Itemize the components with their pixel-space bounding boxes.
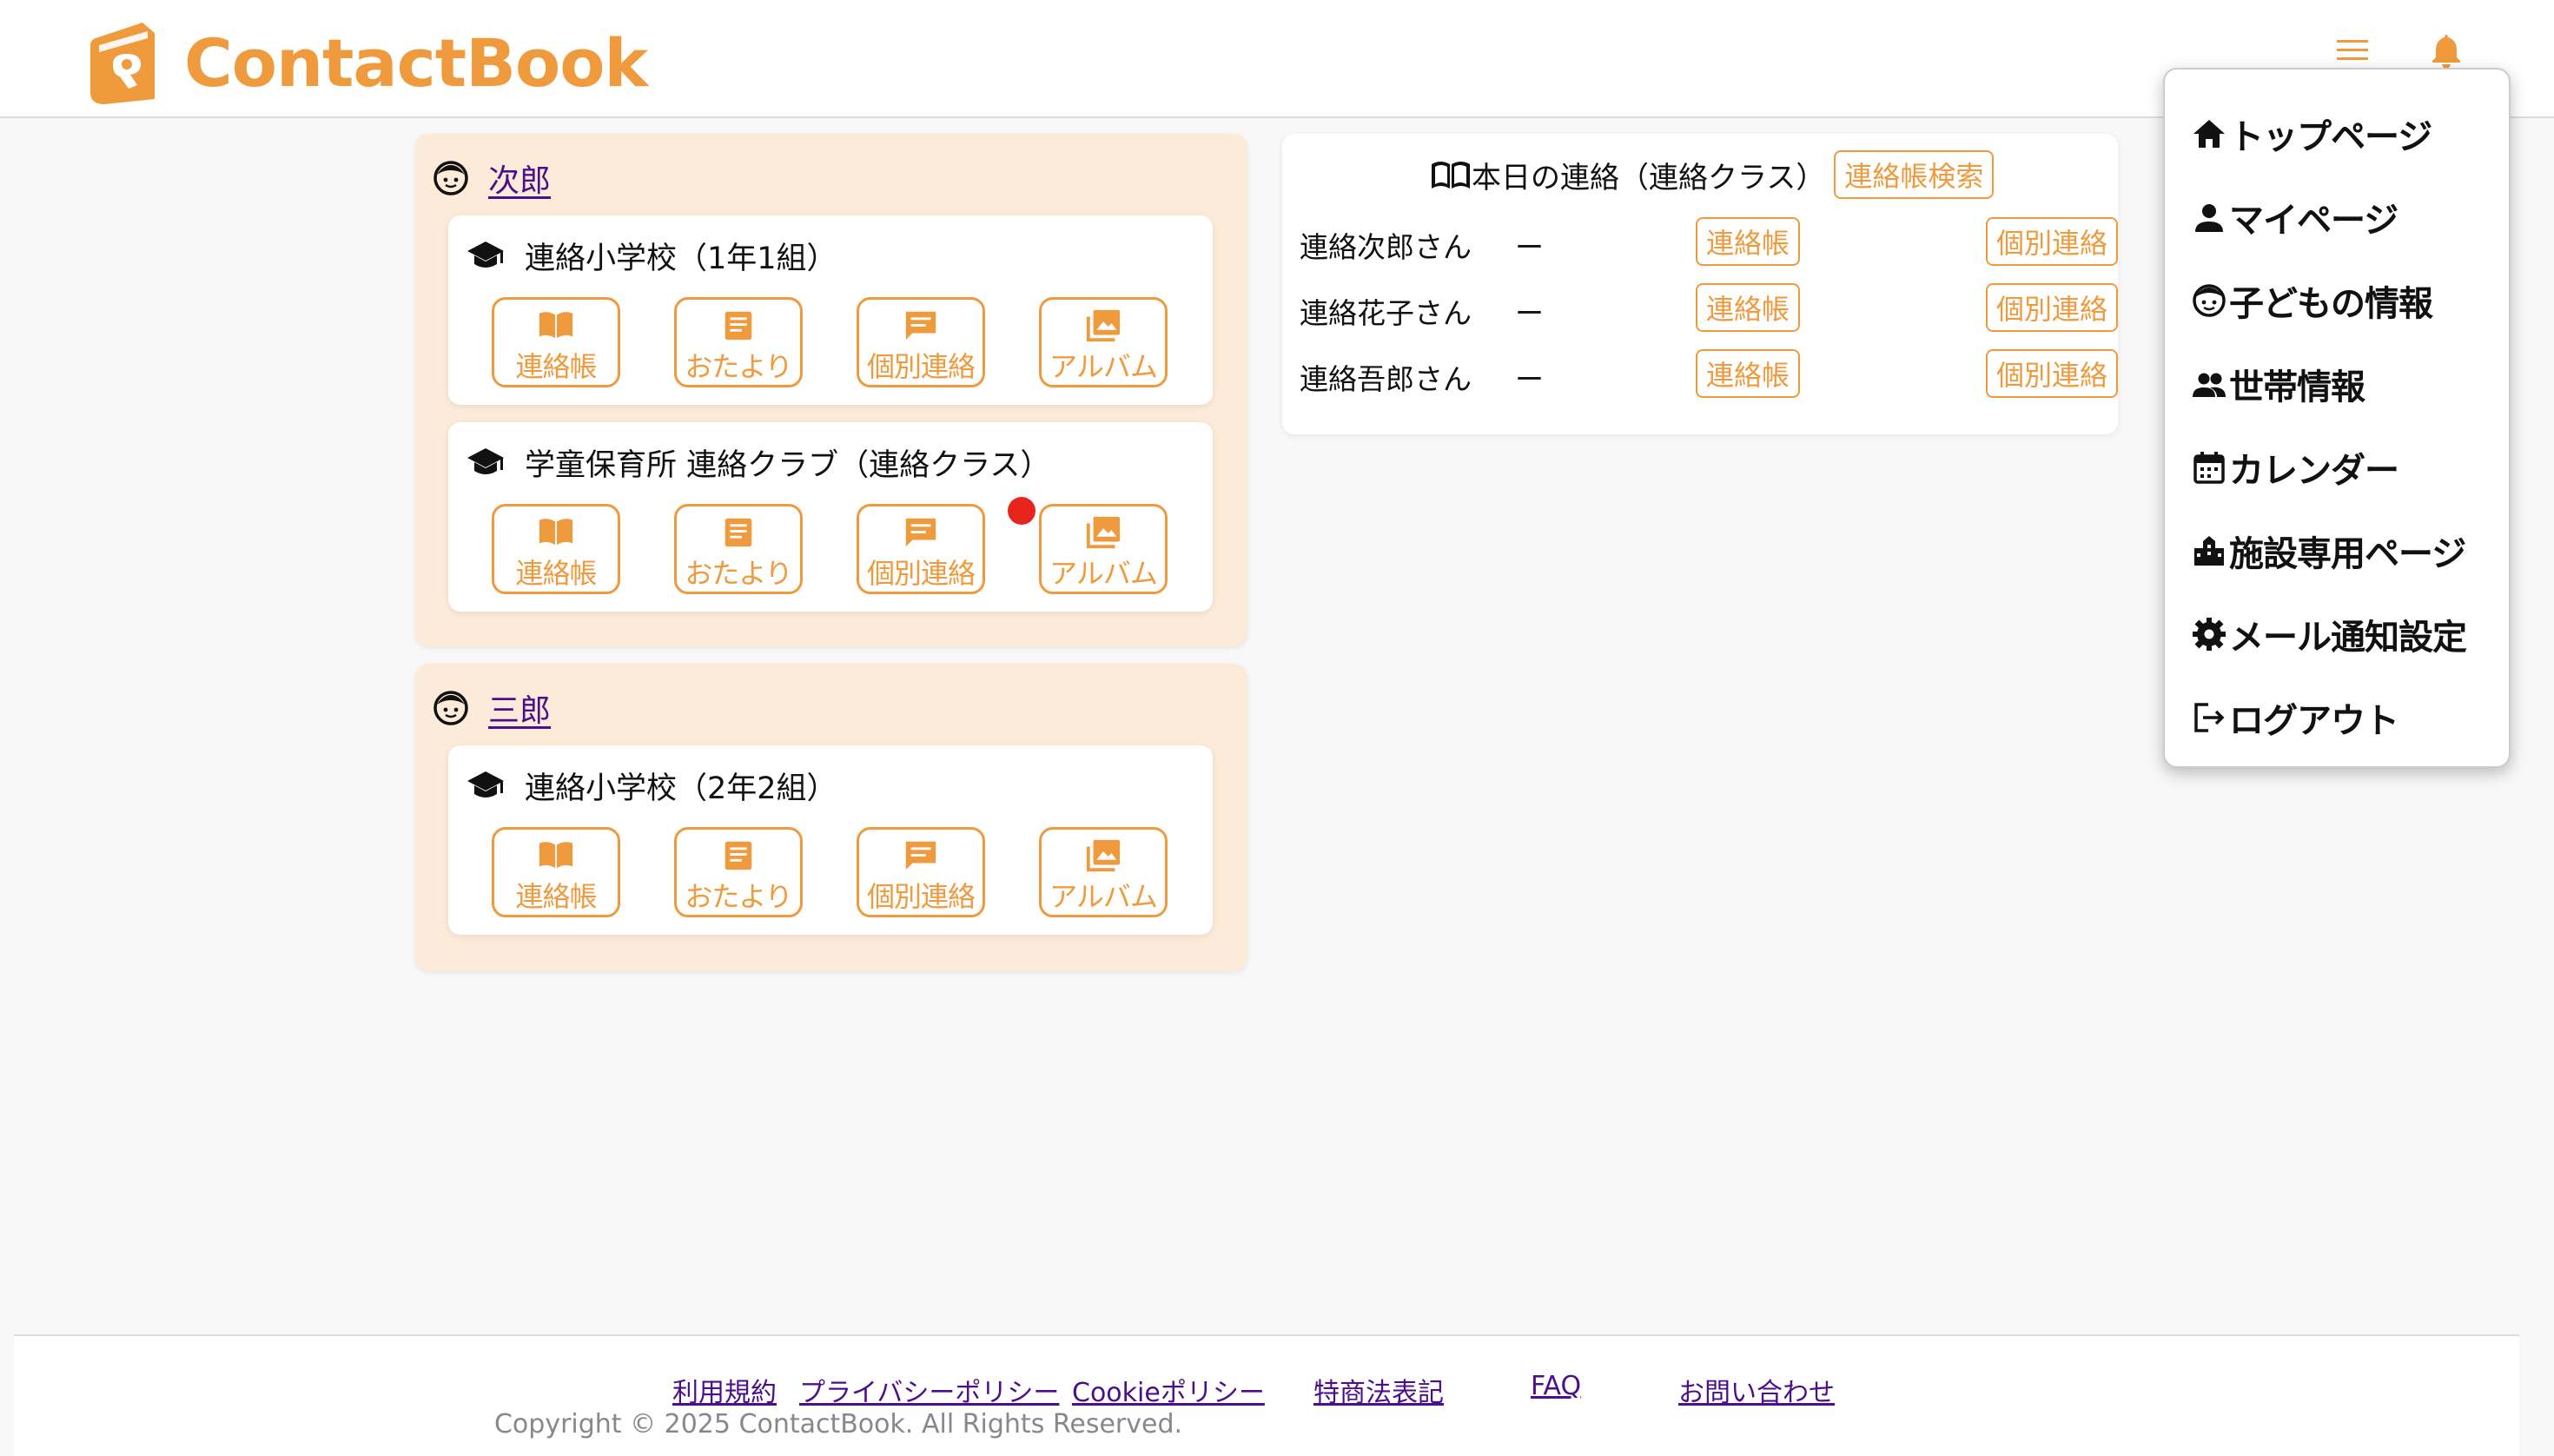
today-title: 本日の連絡（連絡クラス） <box>1472 160 1826 195</box>
chat-icon <box>905 518 936 547</box>
graduation-cap-icon <box>467 448 504 474</box>
child-name-link[interactable]: 三郎 <box>488 685 551 731</box>
child-face-icon <box>433 691 468 725</box>
newsletter-button[interactable]: おたより <box>674 827 803 917</box>
school-box: 連絡小学校（1年1組） 連絡帳 おたより 個別連絡 アルバム <box>448 215 1213 405</box>
student-row: 連絡吾郎さん ー 連絡帳 個別連絡 <box>1300 349 2118 400</box>
gear-icon <box>2193 618 2226 651</box>
graduation-cap-icon <box>467 242 504 268</box>
album-button[interactable]: アルバム <box>1039 297 1168 387</box>
row-individual-button[interactable]: 個別連絡 <box>1986 283 2118 332</box>
footer-link-terms[interactable]: 利用規約 <box>672 1371 777 1409</box>
individual-message-button[interactable]: 個別連絡 <box>857 827 985 917</box>
row-notebook-button[interactable]: 連絡帳 <box>1696 349 1800 398</box>
menu-item-children-info[interactable]: 子どもの情報 <box>2191 275 2433 327</box>
row-individual-button[interactable]: 個別連絡 <box>1986 349 2118 398</box>
footer-link-commerce[interactable]: 特商法表記 <box>1313 1371 1444 1409</box>
student-row: 連絡花子さん ー 連絡帳 個別連絡 <box>1300 283 2118 334</box>
building-icon <box>2194 536 2224 566</box>
footer-link-faq[interactable]: FAQ <box>1531 1371 1581 1401</box>
student-row: 連絡次郎さん ー 連絡帳 個別連絡 <box>1300 217 2118 268</box>
book-open-icon <box>539 842 573 869</box>
newsletter-icon <box>725 311 752 341</box>
newsletter-button[interactable]: おたより <box>674 297 803 387</box>
child-face-icon <box>433 161 468 195</box>
child-face-icon <box>2193 284 2226 317</box>
school-header: 学童保育所 連絡クラブ（連絡クラス） <box>466 441 1050 483</box>
student-status: ー <box>1515 296 1544 330</box>
group-icon <box>2193 373 2226 397</box>
individual-message-button[interactable]: 個別連絡 <box>857 297 985 387</box>
chat-icon <box>905 841 936 870</box>
menu-item-top-page[interactable]: トップページ <box>2191 108 2432 160</box>
row-individual-button[interactable]: 個別連絡 <box>1986 217 2118 266</box>
school-actions: 連絡帳 おたより 個別連絡 アルバム <box>492 497 1169 594</box>
school-header: 連絡小学校（1年1組） <box>466 235 837 276</box>
student-name: 連絡花子さん <box>1300 296 1472 330</box>
today-header: 本日の連絡（連絡クラス） 連絡帳検索 <box>1430 149 1995 200</box>
notebook-search-button[interactable]: 連絡帳検索 <box>1834 150 1995 199</box>
album-button[interactable]: アルバム <box>1039 504 1168 594</box>
notebook-button[interactable]: 連絡帳 <box>492 827 620 917</box>
book-open-icon <box>1432 162 1470 189</box>
book-open-icon <box>539 312 573 339</box>
menu-item-my-page[interactable]: マイページ <box>2191 191 2399 243</box>
row-notebook-button[interactable]: 連絡帳 <box>1696 283 1800 332</box>
school-box: 連絡小学校（2年2組） 連絡帳 おたより 個別連絡 アルバム <box>448 745 1213 935</box>
school-actions: 連絡帳 おたより 個別連絡 アルバム <box>492 827 1169 917</box>
home-icon <box>2193 120 2225 148</box>
student-status: ー <box>1515 362 1544 396</box>
menu-item-household[interactable]: 世帯情報 <box>2191 358 2365 410</box>
notebook-button[interactable]: 連絡帳 <box>492 504 620 594</box>
page-footer: 利用規約 プライバシーポリシー Cookieポリシー 特商法表記 FAQ お問い… <box>14 1334 2519 1456</box>
copyright-text: Copyright © 2025 ContactBook. All Rights… <box>493 1409 1183 1439</box>
menu-item-mail-settings[interactable]: メール通知設定 <box>2191 608 2467 660</box>
person-icon <box>2195 204 2223 232</box>
graduation-cap-icon <box>467 771 504 797</box>
image-icon <box>1086 839 1121 872</box>
school-header: 連絡小学校（2年2組） <box>466 764 837 806</box>
unread-badge <box>1008 497 1035 525</box>
today-messages-panel: 本日の連絡（連絡クラス） 連絡帳検索 連絡次郎さん ー 連絡帳 個別連絡 連絡花… <box>1282 134 2118 434</box>
child-header: 次郎 <box>433 155 551 202</box>
student-name: 連絡吾郎さん <box>1300 362 1472 396</box>
contactbook-logo[interactable]: ContactBook <box>87 19 648 106</box>
child-card: 次郎 連絡小学校（1年1組） 連絡帳 おたより 個別連絡 アルバム 学童保育所 … <box>415 134 1247 646</box>
child-header: 三郎 <box>433 685 551 731</box>
school-box: 学童保育所 連絡クラブ（連絡クラス） 連絡帳 おたより 個別連絡 アルバム <box>448 422 1213 612</box>
image-icon <box>1086 516 1121 549</box>
student-name: 連絡次郎さん <box>1300 230 1472 264</box>
chat-icon <box>905 311 936 341</box>
logo-book-icon <box>90 23 155 104</box>
footer-link-contact[interactable]: お問い合わせ <box>1678 1371 1835 1409</box>
menu-item-calendar[interactable]: カレンダー <box>2191 441 2399 493</box>
image-icon <box>1086 309 1121 342</box>
menu-item-logout[interactable]: ログアウト <box>2191 692 2399 744</box>
brand-name: ContactBook <box>184 23 648 102</box>
newsletter-icon <box>725 841 752 870</box>
school-name: 連絡小学校（1年1組） <box>525 241 837 276</box>
school-name: 学童保育所 連絡クラブ（連絡クラス） <box>525 447 1051 483</box>
bell-icon[interactable] <box>2427 31 2465 69</box>
nav-dropdown-menu: トップページ マイページ 子どもの情報 世帯情報 カレンダー 施設専用ページ メ… <box>2163 68 2511 768</box>
menu-item-facility-page[interactable]: 施設専用ページ <box>2191 525 2466 577</box>
row-notebook-button[interactable]: 連絡帳 <box>1696 217 1800 266</box>
student-status: ー <box>1515 230 1544 264</box>
notebook-button[interactable]: 連絡帳 <box>492 297 620 387</box>
child-name-link[interactable]: 次郎 <box>488 156 551 201</box>
book-open-icon <box>539 519 573 546</box>
footer-link-cookie[interactable]: Cookieポリシー <box>1072 1371 1265 1409</box>
album-button[interactable]: アルバム <box>1039 827 1168 917</box>
footer-link-privacy[interactable]: プライバシーポリシー <box>799 1371 1059 1409</box>
newsletter-button[interactable]: おたより <box>674 504 803 594</box>
school-name: 連絡小学校（2年2組） <box>525 771 837 806</box>
individual-message-button[interactable]: 個別連絡 <box>857 504 985 594</box>
child-card: 三郎 連絡小学校（2年2組） 連絡帳 おたより 個別連絡 アルバム <box>415 664 1247 971</box>
calendar-icon <box>2193 452 2225 484</box>
school-actions: 連絡帳 おたより 個別連絡 アルバム <box>492 297 1169 387</box>
newsletter-icon <box>725 518 752 547</box>
logout-icon <box>2194 703 2225 732</box>
hamburger-icon[interactable] <box>2333 31 2372 69</box>
